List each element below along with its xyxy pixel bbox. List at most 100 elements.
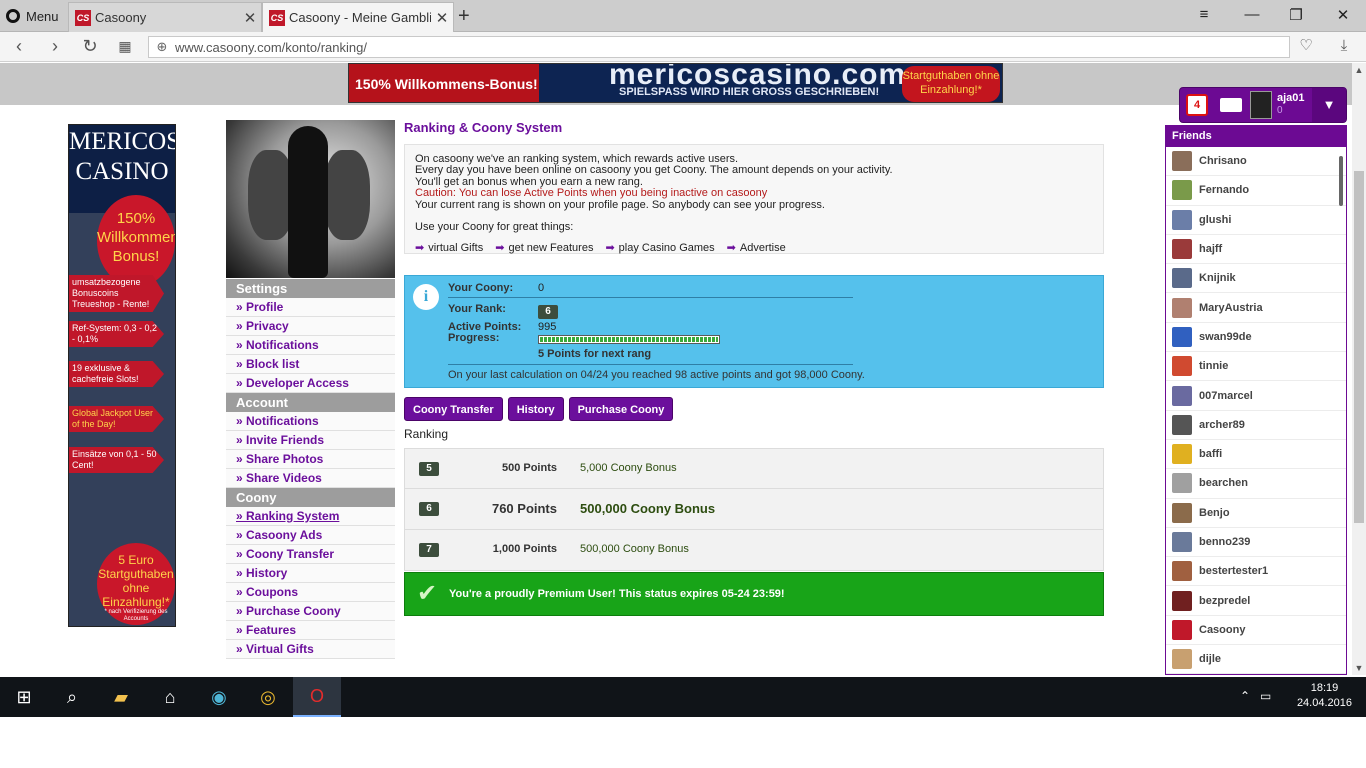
back-icon[interactable]: ‹ [8,36,30,56]
file-explorer-icon[interactable]: ▰ [97,677,145,717]
link-advertise[interactable]: ➡ Advertise [727,243,786,254]
friend-item[interactable]: dijle [1166,645,1346,674]
friend-item[interactable]: bezpredel [1166,586,1346,616]
notification-badge[interactable]: 4 [1186,94,1208,116]
friend-item[interactable]: 007marcel [1166,381,1346,411]
info-line: Your current rang is shown on your profi… [415,198,825,211]
friend-item[interactable]: archer89 [1166,411,1346,440]
heart-icon[interactable]: ♡ [1295,36,1317,56]
friend-item[interactable]: MaryAustria [1166,293,1346,323]
friend-name: glushi [1199,213,1232,226]
friend-avatar [1172,268,1192,289]
friend-item[interactable]: tinnie [1166,352,1346,382]
nav-privacy[interactable]: » Privacy [226,317,395,336]
speed-dial-icon[interactable]: ▦ [114,36,136,56]
close-window-icon[interactable]: ✕ [1331,6,1355,24]
minimize-icon[interactable]: — [1240,6,1264,23]
info-icon: i [413,284,439,310]
tab-close-icon[interactable]: ✕ [431,9,453,27]
app-icon[interactable]: ◉ [195,677,243,717]
home-icon[interactable]: ⌂ [146,677,194,717]
avatar[interactable] [1250,91,1272,119]
link-casino-games[interactable]: ➡ play Casino Games [605,243,714,254]
windows-taskbar: ⊞ ⌕ ▰ ⌂ ◉ ◎ O ⌃ ▭ 18:19 24.04.2016 [0,677,1366,717]
nav-coony-transfer[interactable]: » Coony Transfer [226,545,395,564]
nav-share-videos[interactable]: » Share Videos [226,469,395,488]
history-button[interactable]: History [507,397,564,421]
nav-casoony-ads[interactable]: » Casoony Ads [226,526,395,545]
nav-share-photos[interactable]: » Share Photos [226,450,395,469]
checkmark-icon: ✔ [417,580,438,607]
link-new-features[interactable]: ➡ get new Features [495,243,593,254]
coony-transfer-button[interactable]: Coony Transfer [404,397,503,421]
tab-menu-icon[interactable]: ≡ [1192,6,1216,23]
search-icon[interactable]: ⌕ [48,677,96,717]
friend-item[interactable]: Chrisano [1166,147,1346,177]
nav-block-list[interactable]: » Block list [226,355,395,374]
nav-notifications[interactable]: » Notifications [226,336,395,355]
username[interactable]: aja01 [1277,92,1305,104]
nav-profile[interactable]: » Profile [226,298,395,317]
system-tray[interactable]: ⌃ ▭ [1240,689,1271,703]
top-ad-banner[interactable]: 150% Willkommens-Bonus! mericoscasino.co… [348,63,1003,103]
rank-badge: 6 [538,305,558,319]
ad-band: 19 exklusive & cachefreie Slots! [69,361,164,387]
nav-developer-access[interactable]: » Developer Access [226,374,395,393]
friend-item[interactable]: hajff [1166,235,1346,265]
ranking-row-current: 6 760 Points 500,000 Coony Bonus [404,489,1104,530]
purchase-coony-button[interactable]: Purchase Coony [568,397,674,421]
page-scrollbar[interactable]: ▲ ▼ [1352,63,1366,675]
clock[interactable]: 18:19 24.04.2016 [1297,681,1352,711]
nav-ranking-system[interactable]: » Ranking System [226,507,395,526]
friend-item[interactable]: baffi [1166,440,1346,470]
nav-invite-friends[interactable]: » Invite Friends [226,431,395,450]
nav-purchase-coony[interactable]: » Purchase Coony [226,602,395,621]
windows-start-icon[interactable]: ⊞ [0,677,48,717]
friends-scrollbar[interactable] [1339,156,1343,206]
download-icon[interactable]: ⤓ [1333,36,1355,56]
restore-icon[interactable]: ❐ [1284,6,1308,24]
nav-history[interactable]: » History [226,564,395,583]
friend-item[interactable]: bestertester1 [1166,557,1346,587]
tab-casoony[interactable]: CS Casoony ✕ [68,2,262,32]
opera-menu-button[interactable]: Menu [6,6,59,26]
forward-icon[interactable]: › [44,36,66,56]
nav-account-notifications[interactable]: » Notifications [226,412,395,431]
friend-item[interactable]: Fernando [1166,176,1346,206]
side-ad-banner[interactable]: MERICOS CASINO 150% Willkommens Bonus! u… [68,124,176,627]
friends-panel: Friends Chrisano Fernando glushi hajff Knijn… [1165,125,1347,675]
friend-avatar [1172,473,1192,494]
scroll-up-icon[interactable]: ▲ [1352,65,1366,75]
link-virtual-gifts[interactable]: ➡ virtual Gifts [415,243,483,254]
arrow-right-icon: ➡ [726,242,736,255]
friend-item[interactable]: glushi [1166,206,1346,235]
settings-nav: Settings » Profile » Privacy » Notificat… [226,279,395,659]
mail-icon[interactable] [1220,98,1242,112]
tab-casoony-active[interactable]: CS Casoony - Meine Gamblin ✕ [262,2,454,32]
reload-icon[interactable]: ↻ [79,36,101,56]
nav-virtual-gifts[interactable]: » Virtual Gifts [226,640,395,659]
scrollbar-thumb[interactable] [1354,171,1364,523]
profile-image[interactable] [226,120,395,278]
friend-item[interactable]: bearchen [1166,469,1346,499]
chevron-down-icon[interactable]: ▼ [1312,88,1346,122]
friend-avatar [1172,385,1192,406]
new-tab-icon[interactable]: + [458,6,470,26]
friend-item[interactable]: benno239 [1166,528,1346,558]
rank-points: 1,000 Points [492,543,557,555]
chrome-icon[interactable]: ◎ [244,677,292,717]
friend-item[interactable]: Knijnik [1166,264,1346,294]
ranking-heading: Ranking [404,427,449,441]
friend-item[interactable]: Benjo [1166,499,1346,528]
scroll-down-icon[interactable]: ▼ [1352,663,1366,673]
rank-points: 500 Points [501,462,557,474]
friend-item[interactable]: swan99de [1166,323,1346,353]
tab-close-icon[interactable]: ✕ [239,9,261,27]
divider [448,364,853,365]
opera-icon[interactable]: O [293,677,341,717]
url-field[interactable]: ⊕ www.casoony.com/konto/ranking/ [148,36,1290,58]
nav-coupons[interactable]: » Coupons [226,583,395,602]
friend-item[interactable]: Casoony [1166,616,1346,646]
nav-features[interactable]: » Features [226,621,395,640]
friend-name: bestertester1 [1199,565,1269,578]
